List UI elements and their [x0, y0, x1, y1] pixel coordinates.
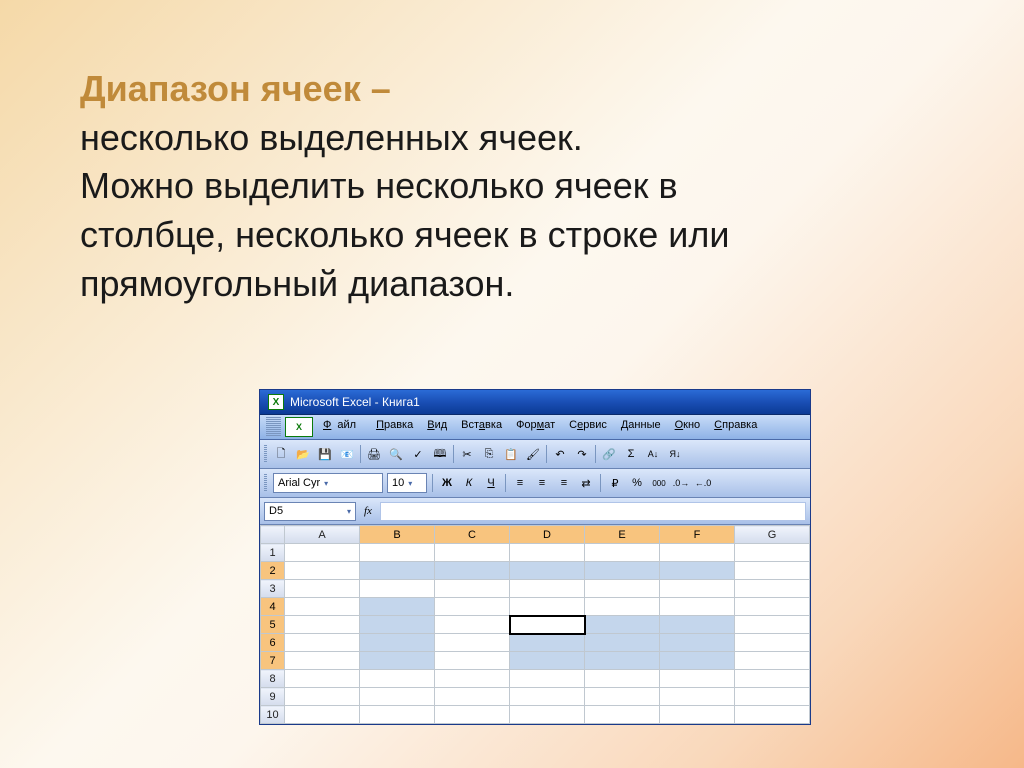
formula-bar: D5 fx: [260, 498, 810, 525]
sum-icon[interactable]: Σ: [621, 444, 641, 464]
col-header[interactable]: F: [660, 526, 735, 544]
toolbar-handle[interactable]: [264, 445, 267, 463]
slide-text-3: столбце, несколько ячеек в строке или: [80, 211, 944, 260]
titlebar: X Microsoft Excel - Книга1: [260, 390, 810, 415]
menu-view[interactable]: Вид: [421, 417, 453, 437]
col-header[interactable]: E: [585, 526, 660, 544]
spell-icon[interactable]: ✓: [408, 444, 428, 464]
cut-icon[interactable]: ✂: [457, 444, 477, 464]
fmt-handle[interactable]: [264, 474, 267, 492]
row-header[interactable]: 2: [261, 562, 285, 580]
italic-button[interactable]: К: [460, 474, 478, 492]
row-header[interactable]: 3: [261, 580, 285, 598]
copy-icon[interactable]: ⎘: [479, 444, 499, 464]
mail-icon[interactable]: 📧: [337, 444, 357, 464]
merge-icon[interactable]: ⇄: [577, 474, 595, 492]
col-header[interactable]: D: [510, 526, 585, 544]
slide-title: Диапазон ячеек –: [80, 70, 944, 108]
currency-icon[interactable]: ₽: [606, 474, 624, 492]
menu-edit[interactable]: Правка: [370, 417, 419, 437]
menu-tools[interactable]: Сервис: [563, 417, 613, 437]
slide-text-2: Можно выделить несколько ячеек в: [80, 162, 944, 211]
undo-icon[interactable]: ↶: [550, 444, 570, 464]
window-title: Microsoft Excel - Книга1: [290, 395, 420, 409]
excel-window: X Microsoft Excel - Книга1 X Файл Правка…: [260, 390, 810, 724]
open-icon[interactable]: 📂: [293, 444, 313, 464]
menu-help[interactable]: Справка: [708, 417, 763, 437]
menu-insert[interactable]: Вставка: [455, 417, 508, 437]
print-icon[interactable]: 🖨: [364, 444, 384, 464]
sortdesc-icon[interactable]: Я↓: [665, 444, 685, 464]
sortasc-icon[interactable]: A↓: [643, 444, 663, 464]
underline-button[interactable]: Ч: [482, 474, 500, 492]
col-header[interactable]: B: [360, 526, 435, 544]
percent-icon[interactable]: %: [628, 474, 646, 492]
align-left-icon[interactable]: ≡: [511, 474, 529, 492]
align-center-icon[interactable]: ≡: [533, 474, 551, 492]
slide-text-1: несколько выделенных ячеек.: [80, 114, 944, 163]
row-header[interactable]: 9: [261, 688, 285, 706]
menu-format[interactable]: Формат: [510, 417, 561, 437]
standard-toolbar: 🗋 📂 💾 📧 🖨 🔍 ✓ 🕮 ✂ ⎘ 📋 🖌 ↶ ↷ 🔗 Σ A↓ Я↓: [260, 440, 810, 469]
spreadsheet-grid[interactable]: A B C D E F G 1 2 3 4 5 6 7 8 9 10: [260, 525, 810, 724]
col-header[interactable]: C: [435, 526, 510, 544]
excel-app-icon: X: [268, 394, 284, 410]
font-combo[interactable]: Arial Cyr: [273, 473, 383, 493]
select-all-corner[interactable]: [261, 526, 285, 544]
menu-window[interactable]: Окно: [669, 417, 707, 437]
excel-doc-icon: X: [285, 417, 313, 437]
menu-data[interactable]: Данные: [615, 417, 667, 437]
paste-icon[interactable]: 📋: [501, 444, 521, 464]
slide-text-4: прямоугольный диапазон.: [80, 260, 944, 309]
redo-icon[interactable]: ↷: [572, 444, 592, 464]
dec-dec-icon[interactable]: ←.0: [694, 474, 712, 492]
row-header[interactable]: 10: [261, 706, 285, 724]
formatting-toolbar: Arial Cyr 10 Ж К Ч ≡ ≡ ≡ ⇄ ₽ % 000 .0→ ←…: [260, 469, 810, 498]
row-header[interactable]: 6: [261, 634, 285, 652]
preview-icon[interactable]: 🔍: [386, 444, 406, 464]
align-right-icon[interactable]: ≡: [555, 474, 573, 492]
formula-input[interactable]: [380, 502, 806, 521]
menubar: X Файл Правка Вид Вставка Формат Сервис …: [260, 415, 810, 440]
new-icon[interactable]: 🗋: [271, 444, 291, 464]
link-icon[interactable]: 🔗: [599, 444, 619, 464]
slide: Диапазон ячеек – несколько выделенных яч…: [0, 0, 1024, 768]
bold-button[interactable]: Ж: [438, 474, 456, 492]
row-header[interactable]: 8: [261, 670, 285, 688]
size-combo[interactable]: 10: [387, 473, 427, 493]
name-box[interactable]: D5: [264, 502, 356, 521]
thousands-icon[interactable]: 000: [650, 474, 668, 492]
fx-icon[interactable]: fx: [364, 505, 372, 517]
fmtpaint-icon[interactable]: 🖌: [523, 444, 543, 464]
col-header[interactable]: A: [285, 526, 360, 544]
research-icon[interactable]: 🕮: [430, 444, 450, 464]
menu-handle[interactable]: [266, 417, 281, 437]
save-icon[interactable]: 💾: [315, 444, 335, 464]
row-header[interactable]: 1: [261, 544, 285, 562]
row-header[interactable]: 7: [261, 652, 285, 670]
row-header[interactable]: 4: [261, 598, 285, 616]
dec-inc-icon[interactable]: .0→: [672, 474, 690, 492]
col-header[interactable]: G: [735, 526, 810, 544]
active-cell: [510, 616, 585, 634]
menu-file[interactable]: Файл: [317, 417, 368, 437]
row-header[interactable]: 5: [261, 616, 285, 634]
